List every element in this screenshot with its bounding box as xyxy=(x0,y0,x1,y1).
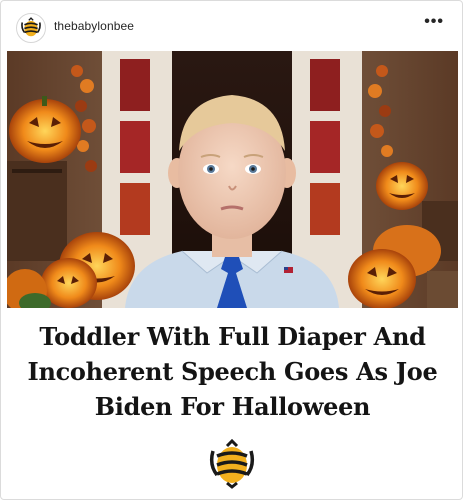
post-header: thebabylonbee ••• xyxy=(1,1,462,53)
babylon-bee-logo-icon xyxy=(207,438,257,489)
toddler-halloween-photo xyxy=(7,51,458,308)
avatar[interactable] xyxy=(16,13,46,43)
post-image[interactable] xyxy=(7,51,458,308)
babylon-bee-logo-icon xyxy=(21,17,41,37)
instagram-post-card: thebabylonbee ••• Toddler With Full Diap… xyxy=(0,0,463,500)
post-headline: Toddler With Full Diaper And Incoherent … xyxy=(27,322,438,421)
more-options-icon[interactable]: ••• xyxy=(424,13,444,31)
username-link[interactable]: thebabylonbee xyxy=(54,19,134,33)
